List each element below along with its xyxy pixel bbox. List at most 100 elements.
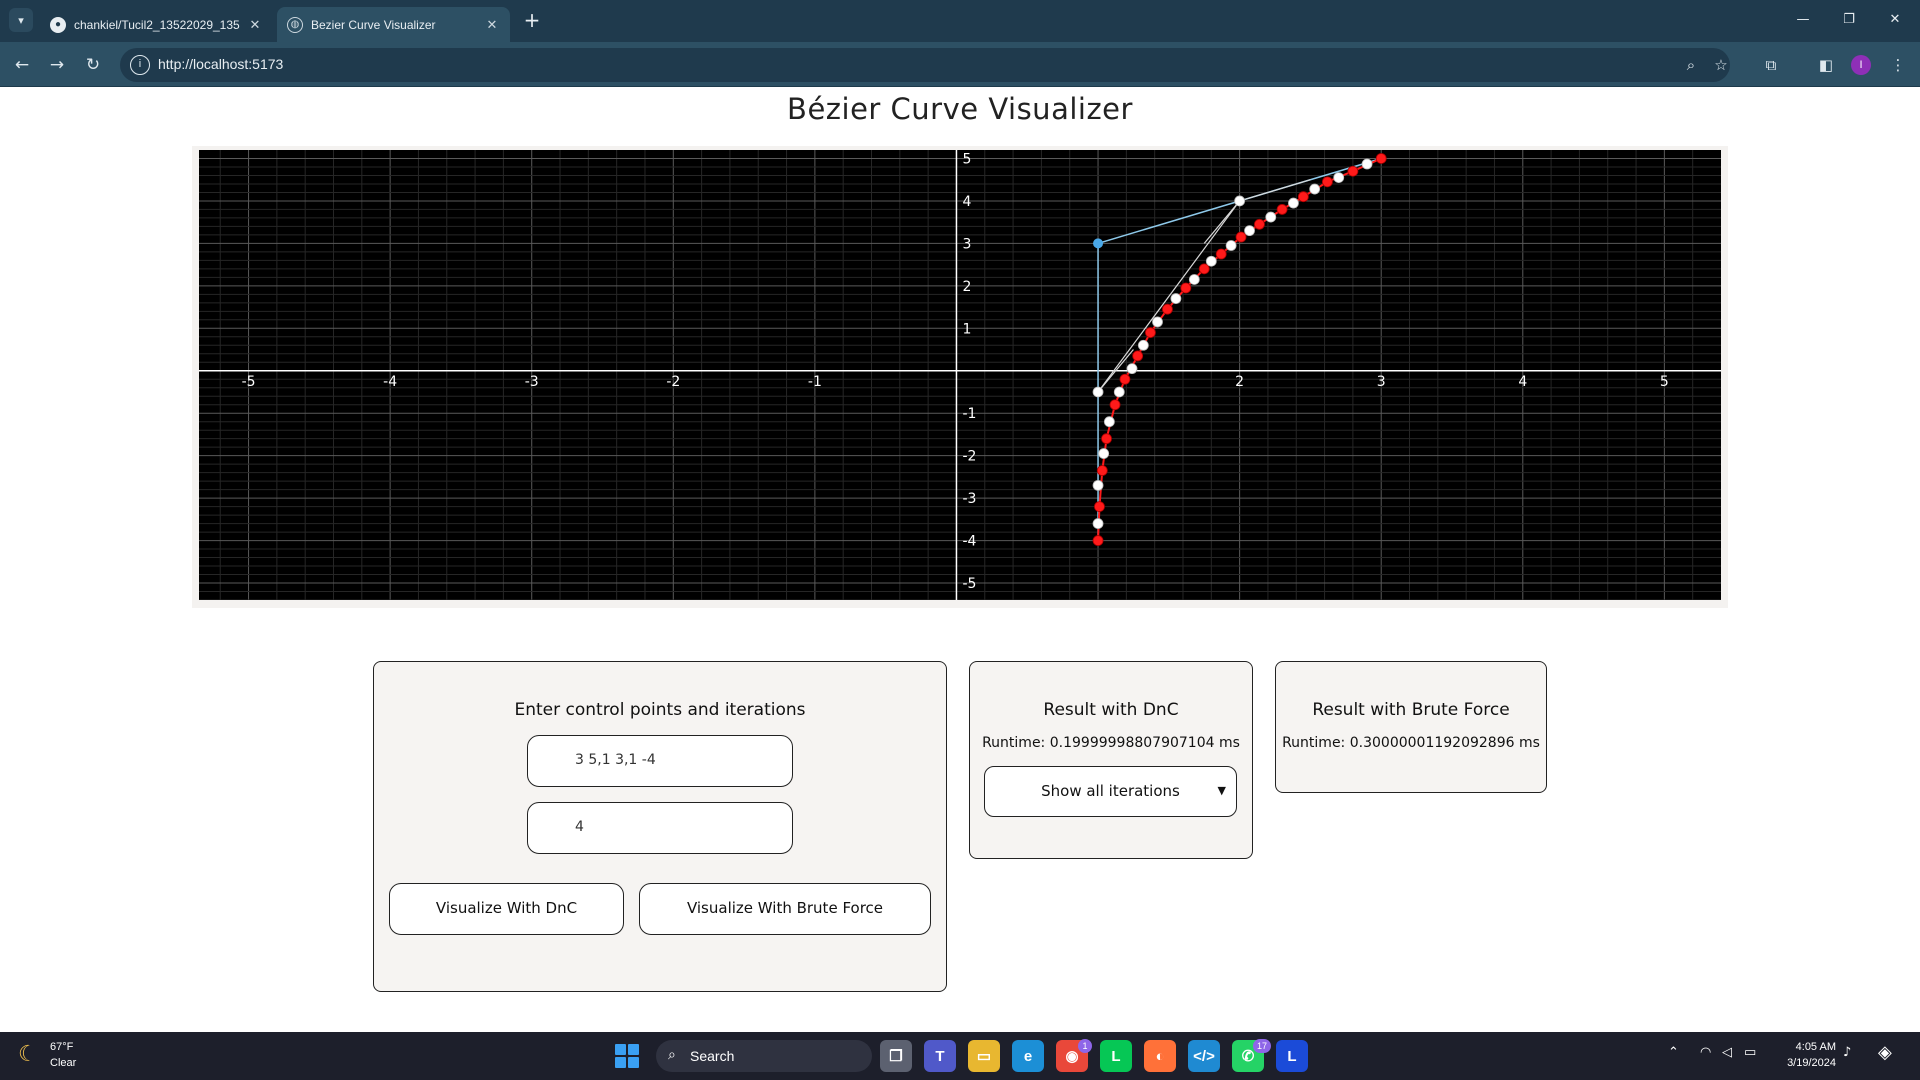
edge-icon[interactable]: e bbox=[1012, 1040, 1044, 1072]
reload-icon[interactable]: ↻ bbox=[79, 51, 107, 79]
midpoint-white bbox=[1234, 195, 1246, 207]
curve-canvas-frame: -5 -4 -3 -2 -1 2 3 4 5 5 4 3 2 1 -1 -2 -3 -4 -5 bbox=[192, 146, 1728, 608]
y-tick-label: 1 bbox=[962, 321, 971, 337]
midpoint-white bbox=[1225, 240, 1237, 251]
iteration-select[interactable]: Show all iterations ▼ bbox=[984, 766, 1237, 817]
browser-tab-bezier[interactable]: ◍ Bezier Curve Visualizer ✕ bbox=[277, 7, 510, 42]
iterations-input[interactable]: 4 bbox=[527, 802, 793, 854]
midpoint-white bbox=[1126, 363, 1138, 375]
browser-tab-github[interactable]: ● chankiel/Tucil2_13522029_135… ✕ bbox=[40, 7, 273, 42]
close-tab-icon[interactable]: ✕ bbox=[484, 17, 500, 33]
x-tick-label: -3 bbox=[525, 374, 539, 390]
control-points-input[interactable]: 3 5,1 3,1 -4 bbox=[527, 735, 793, 787]
forward-arrow-icon[interactable]: → bbox=[43, 51, 71, 79]
dnc-result-title: Result with DnC bbox=[1043, 700, 1179, 720]
curve-point-red bbox=[1215, 248, 1227, 260]
firefox-icon[interactable]: ◐ bbox=[1144, 1040, 1176, 1072]
clock-date[interactable]: 3/19/2024 bbox=[1787, 1057, 1836, 1069]
moon-icon[interactable]: ☾ bbox=[18, 1042, 38, 1067]
file-explorer-icon[interactable]: ▭ bbox=[968, 1040, 1000, 1072]
notification-bell-icon[interactable]: ♪ bbox=[1843, 1045, 1851, 1060]
midpoint-white bbox=[1205, 255, 1217, 267]
bookmark-star-icon[interactable]: ☆ bbox=[1710, 54, 1732, 76]
midpoint-white bbox=[1288, 197, 1299, 209]
curve-point-red bbox=[1322, 176, 1333, 188]
x-tick-label: -2 bbox=[666, 374, 680, 390]
curve-point-red bbox=[1254, 218, 1265, 230]
address-bar[interactable]: i http://localhost:5173 ⌕ ☆ bbox=[120, 48, 1730, 82]
page-title: Bézier Curve Visualizer bbox=[787, 92, 1133, 126]
visualize-brute-force-button[interactable]: Visualize With Brute Force bbox=[639, 883, 931, 935]
midpoint-white bbox=[1265, 211, 1277, 223]
curve-point-red bbox=[1101, 433, 1112, 445]
windows-taskbar: ☾ 67°F Clear ⌕ Search ❐ T ▭ e ◉ L ◐ </> … bbox=[0, 1032, 1920, 1080]
curve-point-red bbox=[1119, 373, 1131, 385]
battery-icon[interactable]: ▭ bbox=[1744, 1045, 1756, 1060]
visualize-dnc-button[interactable]: Visualize With DnC bbox=[389, 883, 624, 935]
extensions-icon[interactable]: ⧉ bbox=[1757, 51, 1785, 79]
line-app-icon[interactable]: L bbox=[1100, 1040, 1132, 1072]
control-point-highlight bbox=[1093, 238, 1104, 249]
start-windows-icon[interactable] bbox=[615, 1044, 639, 1068]
midpoint-white bbox=[1361, 158, 1373, 170]
side-panel-icon[interactable]: ◧ bbox=[1812, 51, 1840, 79]
site-info-icon[interactable]: i bbox=[130, 55, 150, 75]
clock-time[interactable]: 4:05 AM bbox=[1796, 1041, 1836, 1053]
tab-title: chankiel/Tucil2_13522029_135… bbox=[74, 17, 241, 32]
bezier-canvas[interactable]: -5 -4 -3 -2 -1 2 3 4 5 5 4 3 2 1 -1 -2 -3 -4 -5 bbox=[199, 150, 1721, 600]
weather-description[interactable]: Clear bbox=[50, 1057, 76, 1069]
new-tab-button[interactable]: + bbox=[520, 9, 544, 33]
vscode-icon[interactable]: </> bbox=[1188, 1040, 1220, 1072]
close-tab-icon[interactable]: ✕ bbox=[247, 17, 263, 33]
task-view-icon[interactable]: ❐ bbox=[880, 1040, 912, 1072]
y-tick-label: -2 bbox=[962, 449, 976, 465]
midpoint-white bbox=[1092, 518, 1104, 529]
l-app-icon[interactable]: L bbox=[1276, 1040, 1308, 1072]
zoom-icon[interactable]: ⌕ bbox=[1680, 54, 1702, 76]
teams-icon[interactable]: T bbox=[924, 1040, 956, 1072]
curve-point-red bbox=[1109, 399, 1121, 411]
address-bar-url[interactable]: http://localhost:5173 bbox=[158, 56, 283, 72]
curve-point-red bbox=[1094, 501, 1105, 513]
brute-force-result-panel: Result with Brute Force Runtime: 0.30000… bbox=[1275, 661, 1547, 793]
profile-avatar[interactable]: I bbox=[1851, 55, 1871, 75]
back-arrow-icon[interactable]: ← bbox=[8, 51, 36, 79]
menu-kebab-icon[interactable]: ⋮ bbox=[1884, 51, 1912, 79]
chevron-down-icon: ▼ bbox=[1217, 784, 1226, 797]
input-panel-title: Enter control points and iterations bbox=[514, 700, 806, 720]
midpoint-white bbox=[1098, 448, 1110, 459]
brute-force-result-title: Result with Brute Force bbox=[1312, 700, 1510, 720]
copilot-icon[interactable]: ◈ bbox=[1878, 1042, 1892, 1063]
close-window-icon[interactable]: ✕ bbox=[1872, 8, 1918, 32]
browser-toolbar: ← → ↻ i http://localhost:5173 ⌕ ☆ ⧉ ◧ I … bbox=[0, 42, 1920, 87]
tab-search-menu-button[interactable]: ▾ bbox=[9, 8, 33, 32]
midpoint-white bbox=[1152, 316, 1163, 328]
x-tick-label: 3 bbox=[1377, 374, 1386, 390]
curve-point-red bbox=[1132, 350, 1144, 362]
y-tick-label: -4 bbox=[962, 534, 976, 550]
y-tick-label: 2 bbox=[962, 279, 971, 295]
y-tick-label: -5 bbox=[962, 576, 976, 592]
midpoint-white bbox=[1092, 479, 1104, 491]
wifi-icon[interactable]: ◠ bbox=[1700, 1045, 1711, 1060]
dnc-runtime: Runtime: 0.19999998807907104 ms bbox=[970, 735, 1252, 751]
curve-point-red bbox=[1145, 327, 1156, 338]
curve-point-red bbox=[1162, 303, 1173, 315]
y-tick-label: -1 bbox=[962, 406, 976, 422]
taskbar-search[interactable]: ⌕ Search bbox=[656, 1040, 872, 1072]
curve-point-red bbox=[1235, 231, 1247, 243]
volume-icon[interactable]: ◁ bbox=[1722, 1045, 1732, 1060]
chevron-up-icon[interactable]: ⌃ bbox=[1668, 1045, 1679, 1060]
runtime-label: Runtime: bbox=[1282, 735, 1350, 751]
minimize-icon[interactable]: — bbox=[1780, 8, 1826, 32]
dnc-result-panel: Result with DnC Runtime: 0.1999999880790… bbox=[969, 661, 1253, 859]
chrome-notification-badge: 1 bbox=[1078, 1039, 1092, 1053]
curve-point-red bbox=[1347, 165, 1359, 177]
dnc-runtime-value: 0.19999998807907104 ms bbox=[1049, 735, 1240, 751]
y-tick-label: -3 bbox=[962, 491, 976, 507]
restore-icon[interactable]: ❐ bbox=[1826, 8, 1872, 32]
x-tick-label: -5 bbox=[242, 374, 256, 390]
curve-point-red bbox=[1297, 191, 1309, 203]
weather-temperature[interactable]: 67°F bbox=[50, 1041, 73, 1053]
tab-title: Bezier Curve Visualizer bbox=[311, 17, 436, 32]
